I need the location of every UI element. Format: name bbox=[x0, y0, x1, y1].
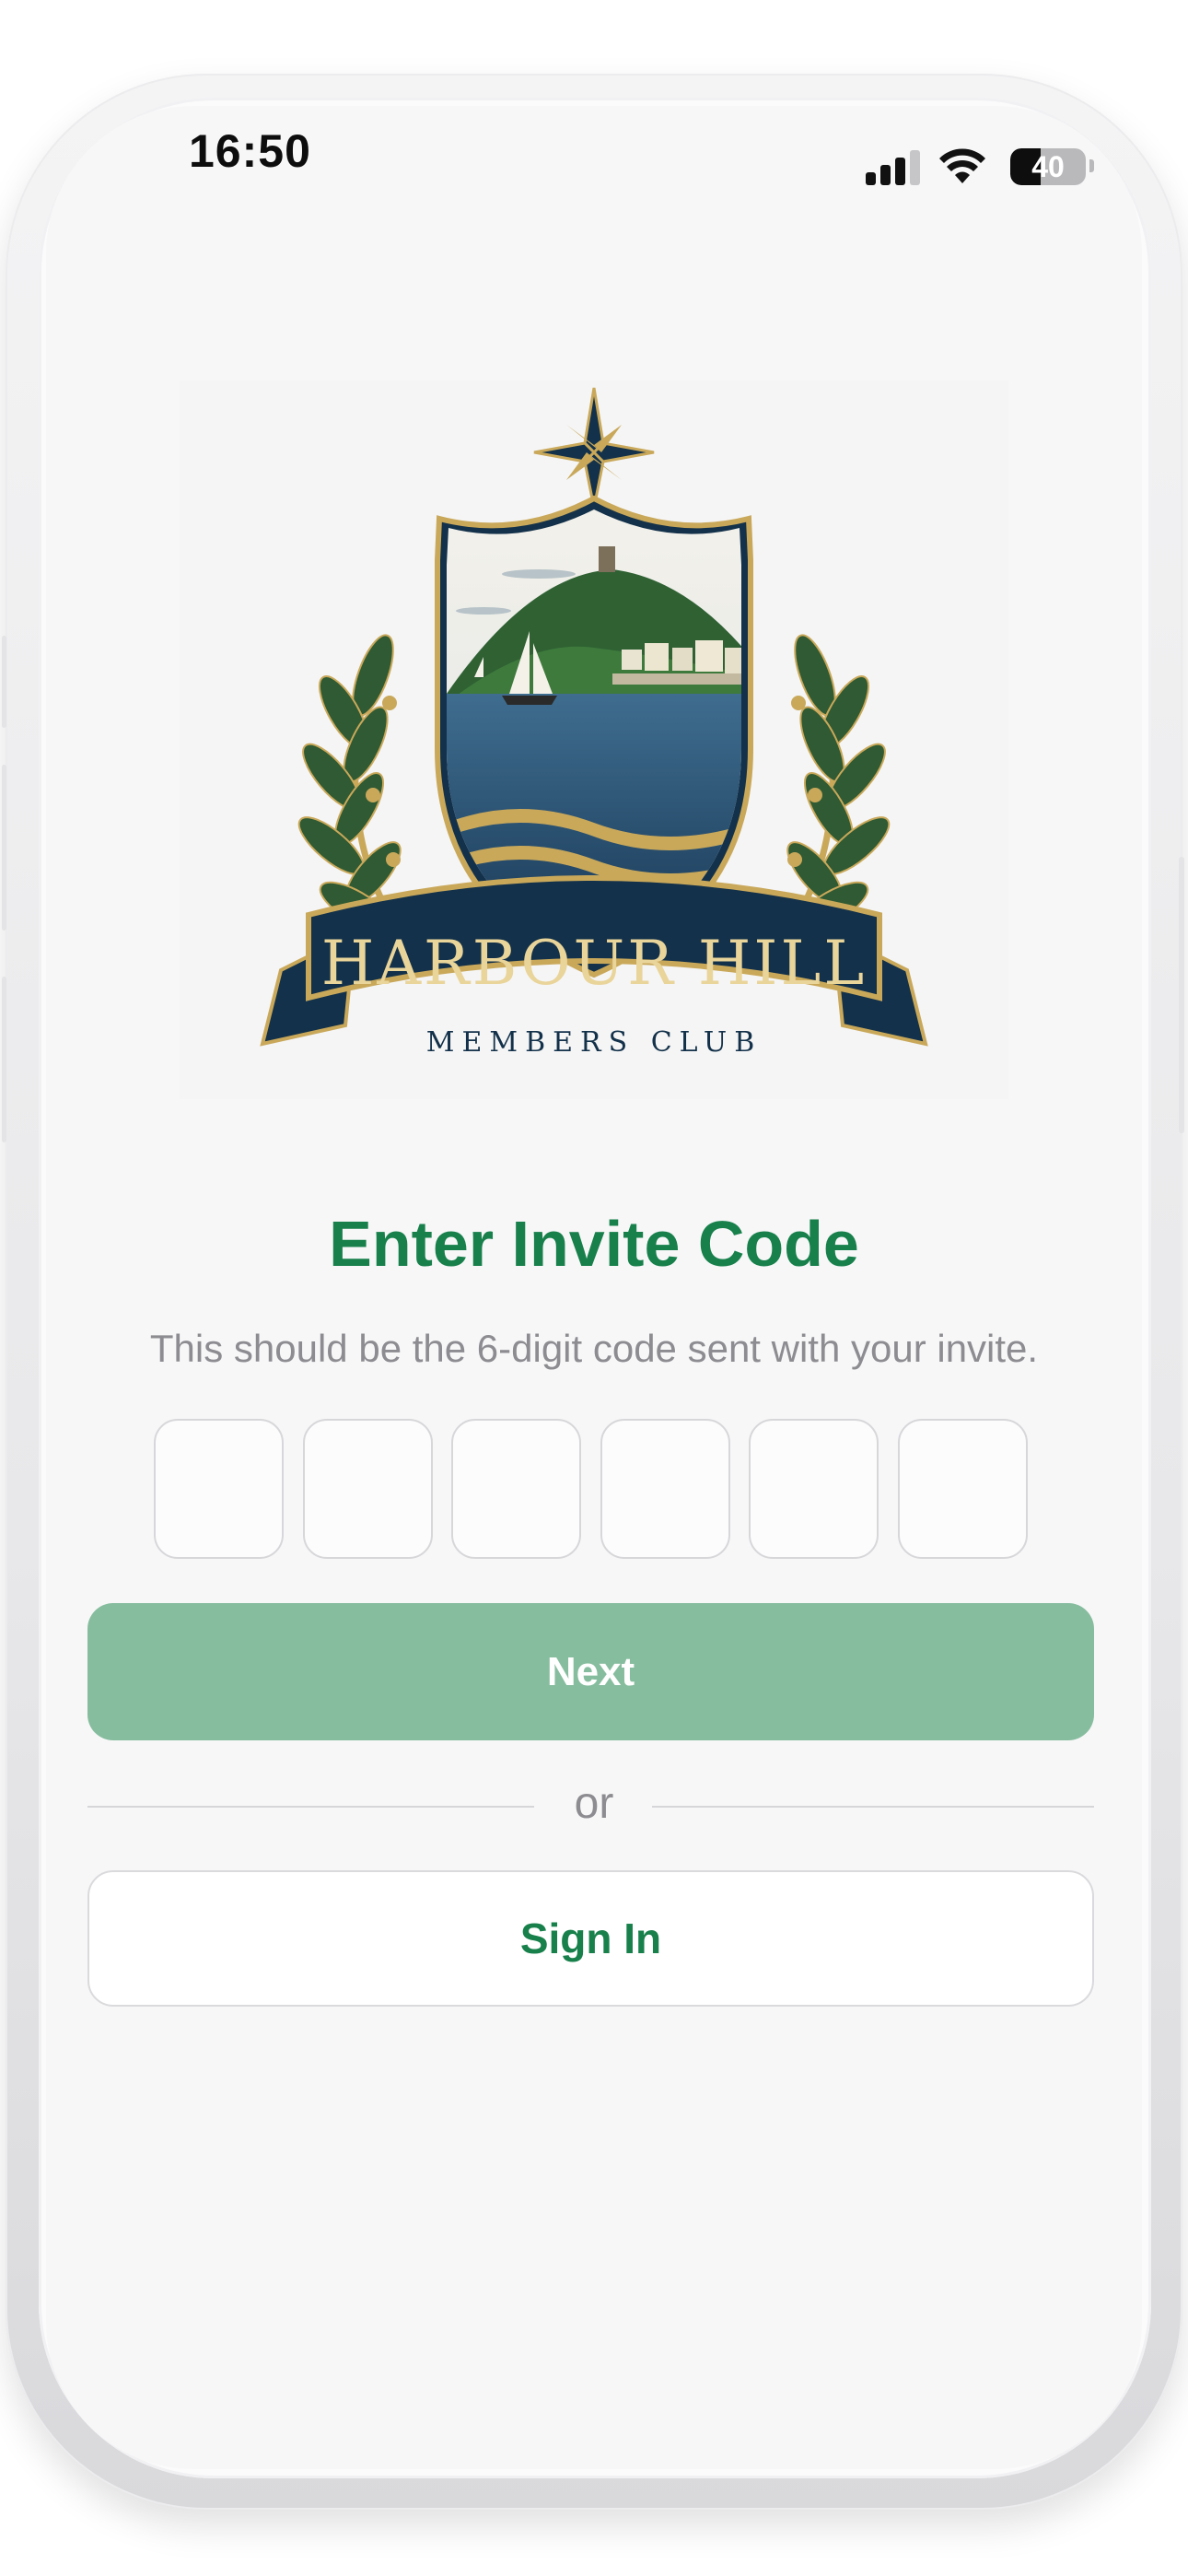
device-side-button bbox=[1179, 857, 1184, 1133]
instructions-text: This should be the 6-digit code sent wit… bbox=[149, 1327, 1039, 1370]
next-button[interactable]: Next bbox=[87, 1603, 1094, 1740]
status-icons: 40 bbox=[820, 146, 1096, 193]
app-screen: 16:50 40 HARBOUR HILL MEMBERS CLUB Enter… bbox=[46, 106, 1142, 2469]
divider-line-left bbox=[87, 1806, 534, 1808]
sign-in-button[interactable]: Sign In bbox=[87, 1870, 1094, 2007]
club-crest-logo: HARBOUR HILL MEMBERS CLUB bbox=[97, 381, 1091, 1163]
battery-nub bbox=[1089, 159, 1094, 172]
divider-line-right bbox=[652, 1806, 1094, 1808]
device-volume-button bbox=[2, 977, 6, 1142]
device-volume-button bbox=[2, 765, 6, 931]
invite-code-input bbox=[154, 1419, 1034, 1563]
battery-level: 40 bbox=[1031, 150, 1065, 183]
cellular-signal-icon bbox=[866, 148, 930, 185]
club-crest-illustration: HARBOUR HILL MEMBERS CLUB bbox=[180, 381, 1008, 1163]
status-time: 16:50 bbox=[189, 125, 311, 177]
device-volume-button bbox=[2, 636, 6, 728]
code-digit-1[interactable] bbox=[154, 1419, 284, 1559]
wifi-icon bbox=[939, 148, 985, 183]
battery-icon: 40 bbox=[1010, 148, 1086, 185]
code-digit-5[interactable] bbox=[749, 1419, 879, 1559]
divider-or-label: or bbox=[574, 1779, 614, 1828]
crest-title: HARBOUR HILL bbox=[321, 928, 867, 999]
code-digit-3[interactable] bbox=[451, 1419, 581, 1559]
page-title: Enter Invite Code bbox=[329, 1208, 859, 1280]
crest-subtitle: MEMBERS CLUB bbox=[426, 1026, 763, 1059]
code-digit-2[interactable] bbox=[303, 1419, 433, 1559]
code-digit-4[interactable] bbox=[600, 1419, 730, 1559]
code-digit-6[interactable] bbox=[898, 1419, 1028, 1559]
